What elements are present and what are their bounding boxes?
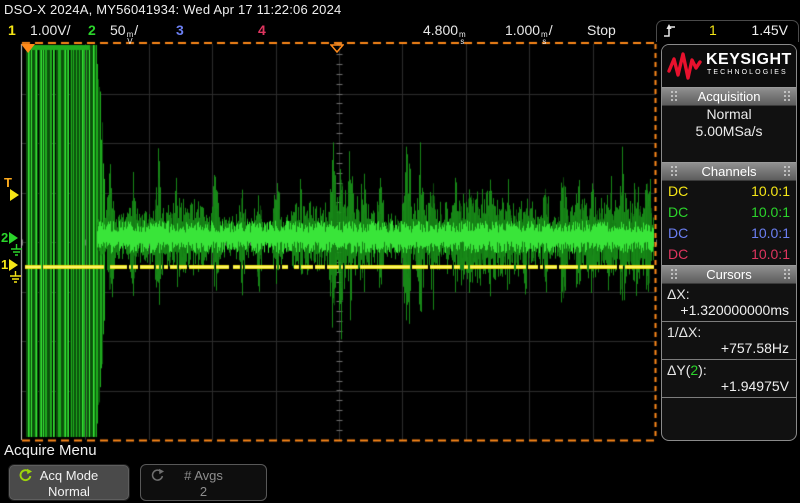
acq-mode-softkey[interactable]: Acq Mode Normal [8,464,130,501]
info-sidebar: KEYSIGHT TECHNOLOGIES Acquisition Normal… [661,44,797,441]
grip-icon [667,166,674,177]
ch1-number[interactable]: 1 [8,22,16,38]
ch2-number[interactable]: 2 [88,22,96,38]
delta-y-label: ΔY(2): [662,360,796,378]
trigger-level-arrow-icon [10,189,19,201]
ch1-arrow-icon [9,259,18,271]
softkey-label: Acq Mode [40,468,99,483]
title-bar: DSO-X 2024A, MY56041934: Wed Apr 17 11:2… [0,0,800,20]
delay-unit-stack: ms [459,31,466,45]
grip-icon [667,91,674,102]
num-avgs-softkey[interactable]: # Avgs 2 [140,464,267,501]
ch1-info-row: DC 10.0:1 [662,181,796,202]
ch1-ground-marker[interactable]: 1 [1,258,18,271]
oscilloscope-screen: DSO-X 2024A, MY56041934: Wed Apr 17 11:2… [0,0,800,503]
trigger-status[interactable]: 1 1.45V [656,20,799,42]
keysight-logo: KEYSIGHT TECHNOLOGIES [662,45,796,87]
ch2-info-row: DC 10.0:1 [662,202,796,223]
ch2-arrow-icon [9,232,18,244]
trigger-source: 1 [709,22,717,38]
ch2-ground-icon [10,244,23,257]
status-bar: 1 1.00V/ 2 50mV/ 3 4 4.800ms 1.000ms/ St… [0,20,800,42]
trigger-time-marker[interactable] [21,44,35,53]
brand-sub: TECHNOLOGIES [707,69,788,76]
ch2-scale[interactable]: 50mV/ [110,22,138,45]
delta-x-label: ΔX: [662,284,796,302]
acquisition-section-header[interactable]: Acquisition [662,87,796,106]
instrument-id: DSO-X 2024A, MY56041934: Wed Apr 17 11:2… [4,2,341,17]
ch2-ground-marker[interactable]: 2 [1,231,18,244]
timebase-readout[interactable]: 1.000ms/ [505,22,553,45]
delay-readout[interactable]: 4.800ms [423,22,467,45]
brand-name: KEYSIGHT [706,51,792,69]
ch2-unit-stack: mV [127,31,134,45]
rising-edge-trigger-icon [663,23,676,42]
ch1-scale[interactable]: 1.00V/ [30,22,70,38]
keysight-spark-icon [667,51,703,86]
grip-icon [780,166,787,177]
time-reference-marker[interactable] [330,44,344,53]
delta-x-value: +1.320000000ms [662,302,796,321]
menu-title: Acquire Menu [4,442,97,459]
ch4-number[interactable]: 4 [258,22,266,38]
ch4-info-row: DC 10.0:1 [662,244,796,265]
acq-mode-value: Normal [662,106,796,123]
grip-icon [780,269,787,280]
sample-rate-value: 5.00MSa/s [662,123,796,140]
cursors-section-header[interactable]: Cursors [662,265,796,284]
grip-icon [780,91,787,102]
softkey-label: # Avgs [184,468,223,483]
inv-delta-x-label: 1/ΔX: [662,322,796,340]
grip-icon [667,269,674,280]
timebase-unit-stack: ms [541,31,548,45]
divider [662,397,796,398]
ch3-number[interactable]: 3 [176,22,184,38]
trigger-level-value: 1.45V [751,22,788,38]
ch3-info-row: DC 10.0:1 [662,223,796,244]
delta-y-source: 2 [690,362,698,378]
ch1-ground-icon [9,271,22,284]
channels-section-header[interactable]: Channels [662,162,796,181]
trigger-level-marker[interactable]: T [4,176,12,189]
delta-y-value: +1.94975V [662,378,796,397]
rotary-select-icon [18,468,33,487]
rotary-select-icon-disabled [150,468,165,487]
run-state: Stop [587,22,616,38]
inv-delta-x-value: +757.58Hz [662,340,796,359]
